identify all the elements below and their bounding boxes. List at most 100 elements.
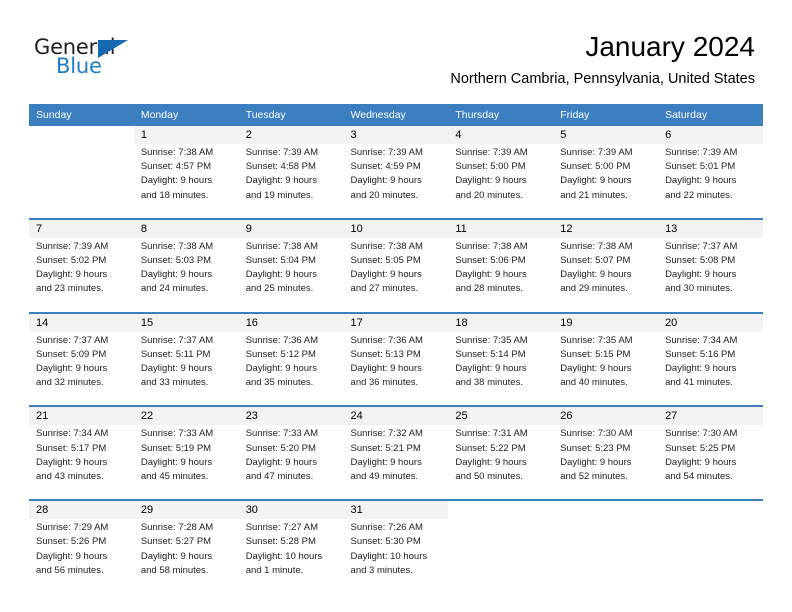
day-cell: Sunrise: 7:39 AM Sunset: 5:02 PM Daylight:… bbox=[29, 237, 134, 305]
day-number[interactable]: 17 bbox=[343, 313, 449, 332]
day-sunset-line: Sunset: 5:06 PM bbox=[455, 255, 526, 267]
day-cell: Sunrise: 7:39 AM Sunset: 5:00 PM Daylight:… bbox=[448, 144, 554, 211]
day-daylight-line: and 28 minutes. bbox=[455, 283, 523, 295]
day-number[interactable]: 22 bbox=[133, 407, 239, 426]
sunrise-sunset-calendar: Sunday Monday Tuesday Wednesday Thursday… bbox=[29, 104, 763, 587]
day-cell: Sunrise: 7:27 AM Sunset: 5:28 PM Daylight:… bbox=[238, 519, 344, 587]
day-daylight-line: Daylight: 9 hours bbox=[140, 363, 213, 375]
day-daylight-line: and 45 minutes. bbox=[140, 471, 209, 483]
day-number[interactable]: 21 bbox=[29, 407, 134, 426]
day-number[interactable]: 12 bbox=[553, 219, 659, 238]
week-daynumber-row: 28 29 30 31 bbox=[29, 501, 763, 520]
day-sunrise-line: Sunrise: 7:32 AM bbox=[350, 428, 423, 440]
day-number[interactable]: 13 bbox=[658, 219, 763, 238]
day-number[interactable]: 23 bbox=[238, 407, 344, 426]
day-daylight-line: Daylight: 9 hours bbox=[560, 175, 632, 187]
day-sunset-line: Sunset: 5:22 PM bbox=[455, 442, 526, 454]
day-cell: Sunrise: 7:38 AM Sunset: 5:07 PM Daylight:… bbox=[553, 237, 659, 305]
day-number[interactable]: 1 bbox=[133, 126, 239, 144]
day-number[interactable]: 29 bbox=[133, 501, 239, 520]
day-sunset-line: Sunset: 5:04 PM bbox=[245, 255, 316, 267]
day-sunset-line: Sunset: 5:21 PM bbox=[350, 442, 421, 454]
day-number[interactable]: 14 bbox=[29, 313, 134, 332]
day-number[interactable]: 6 bbox=[658, 126, 763, 144]
day-cell: Sunrise: 7:39 AM Sunset: 4:58 PM Daylight:… bbox=[238, 144, 344, 211]
day-daylight-line: and 30 minutes. bbox=[665, 283, 733, 295]
day-sunset-line: Sunset: 5:16 PM bbox=[665, 348, 736, 360]
day-cell: Sunrise: 7:30 AM Sunset: 5:25 PM Daylight:… bbox=[658, 425, 763, 493]
day-sunset-line: Sunset: 5:08 PM bbox=[665, 255, 736, 267]
day-cell: Sunrise: 7:37 AM Sunset: 5:08 PM Daylight:… bbox=[658, 237, 763, 305]
day-number-empty bbox=[658, 501, 763, 520]
day-daylight-line: and 49 minutes. bbox=[350, 471, 419, 483]
day-sunset-line: Sunset: 5:07 PM bbox=[560, 255, 631, 267]
day-daylight-line: Daylight: 9 hours bbox=[665, 269, 737, 281]
day-daylight-line: and 24 minutes. bbox=[140, 283, 209, 295]
day-sunrise-line: Sunrise: 7:30 AM bbox=[665, 428, 738, 440]
day-number[interactable]: 27 bbox=[658, 407, 763, 426]
day-number[interactable]: 18 bbox=[448, 313, 554, 332]
day-sunrise-line: Sunrise: 7:28 AM bbox=[140, 522, 214, 534]
day-number[interactable]: 26 bbox=[553, 407, 659, 426]
day-number[interactable]: 10 bbox=[343, 219, 449, 238]
day-sunrise-line: Sunrise: 7:38 AM bbox=[140, 240, 214, 252]
day-number[interactable]: 2 bbox=[238, 126, 344, 144]
weekday-header-sunday: Sunday bbox=[29, 104, 134, 126]
day-sunset-line: Sunset: 4:58 PM bbox=[245, 161, 316, 173]
day-number[interactable]: 15 bbox=[133, 313, 239, 332]
day-cell: Sunrise: 7:38 AM Sunset: 5:05 PM Daylight:… bbox=[343, 237, 449, 305]
weekday-header-wednesday: Wednesday bbox=[343, 104, 449, 126]
day-number[interactable]: 9 bbox=[238, 219, 344, 238]
day-daylight-line: and 43 minutes. bbox=[36, 471, 104, 483]
day-number[interactable]: 16 bbox=[238, 313, 344, 332]
day-sunrise-line: Sunrise: 7:31 AM bbox=[455, 428, 528, 440]
day-sunrise-line: Sunrise: 7:38 AM bbox=[245, 240, 319, 252]
day-number[interactable]: 5 bbox=[553, 126, 659, 144]
day-daylight-line: Daylight: 9 hours bbox=[245, 269, 317, 281]
day-sunrise-line: Sunrise: 7:35 AM bbox=[455, 334, 528, 346]
day-sunset-line: Sunset: 4:59 PM bbox=[350, 161, 421, 173]
day-cell: Sunrise: 7:34 AM Sunset: 5:16 PM Daylight:… bbox=[658, 331, 763, 399]
day-sunset-line: Sunset: 5:03 PM bbox=[140, 255, 212, 267]
day-number[interactable]: 11 bbox=[448, 219, 554, 238]
day-daylight-line: Daylight: 9 hours bbox=[36, 456, 108, 468]
day-sunset-line: Sunset: 5:09 PM bbox=[36, 348, 107, 360]
day-sunrise-line: Sunrise: 7:29 AM bbox=[36, 522, 109, 534]
day-daylight-line: Daylight: 9 hours bbox=[140, 269, 213, 281]
day-cell: Sunrise: 7:37 AM Sunset: 5:09 PM Daylight:… bbox=[29, 331, 134, 399]
title-block: January 2024 Northern Cambria, Pennsylva… bbox=[450, 30, 755, 88]
day-number[interactable]: 4 bbox=[448, 126, 554, 144]
weekday-header-tuesday: Tuesday bbox=[238, 104, 344, 126]
day-number[interactable]: 7 bbox=[29, 219, 134, 238]
day-number[interactable]: 24 bbox=[343, 407, 449, 426]
day-daylight-line: and 33 minutes. bbox=[140, 377, 209, 389]
day-daylight-line: and 56 minutes. bbox=[36, 564, 104, 576]
day-number[interactable]: 28 bbox=[29, 501, 134, 520]
day-number[interactable]: 30 bbox=[238, 501, 344, 520]
page-subtitle: Northern Cambria, Pennsylvania, United S… bbox=[450, 71, 755, 87]
day-sunrise-line: Sunrise: 7:38 AM bbox=[455, 240, 528, 252]
day-daylight-line: and 29 minutes. bbox=[560, 283, 628, 295]
day-number[interactable]: 8 bbox=[133, 219, 239, 238]
weekday-header-row: Sunday Monday Tuesday Wednesday Thursday… bbox=[29, 104, 763, 126]
day-cell: Sunrise: 7:26 AM Sunset: 5:30 PM Daylight:… bbox=[343, 519, 449, 587]
day-number[interactable]: 31 bbox=[343, 501, 449, 520]
day-number[interactable]: 3 bbox=[343, 126, 449, 144]
day-sunrise-line: Sunrise: 7:37 AM bbox=[140, 334, 214, 346]
day-number[interactable]: 25 bbox=[448, 407, 554, 426]
day-daylight-line: and 47 minutes. bbox=[245, 471, 314, 483]
day-daylight-line: and 52 minutes. bbox=[560, 471, 628, 483]
week-daynumber-row: 7 8 9 10 11 12 13 bbox=[29, 219, 763, 238]
day-sunrise-line: Sunrise: 7:38 AM bbox=[140, 147, 214, 158]
day-number[interactable]: 20 bbox=[658, 313, 763, 332]
day-cell: Sunrise: 7:29 AM Sunset: 5:26 PM Daylight:… bbox=[29, 519, 134, 587]
day-daylight-line: Daylight: 10 hours bbox=[350, 550, 428, 562]
day-daylight-line: and 20 minutes. bbox=[350, 189, 419, 201]
day-sunrise-line: Sunrise: 7:38 AM bbox=[350, 240, 423, 252]
day-number[interactable]: 19 bbox=[553, 313, 659, 332]
day-daylight-line: Daylight: 9 hours bbox=[665, 363, 737, 375]
day-sunset-line: Sunset: 5:11 PM bbox=[140, 348, 211, 360]
day-cell: Sunrise: 7:33 AM Sunset: 5:20 PM Daylight:… bbox=[238, 425, 344, 493]
day-sunset-line: Sunset: 5:23 PM bbox=[560, 442, 631, 454]
day-cell-empty bbox=[29, 144, 134, 211]
